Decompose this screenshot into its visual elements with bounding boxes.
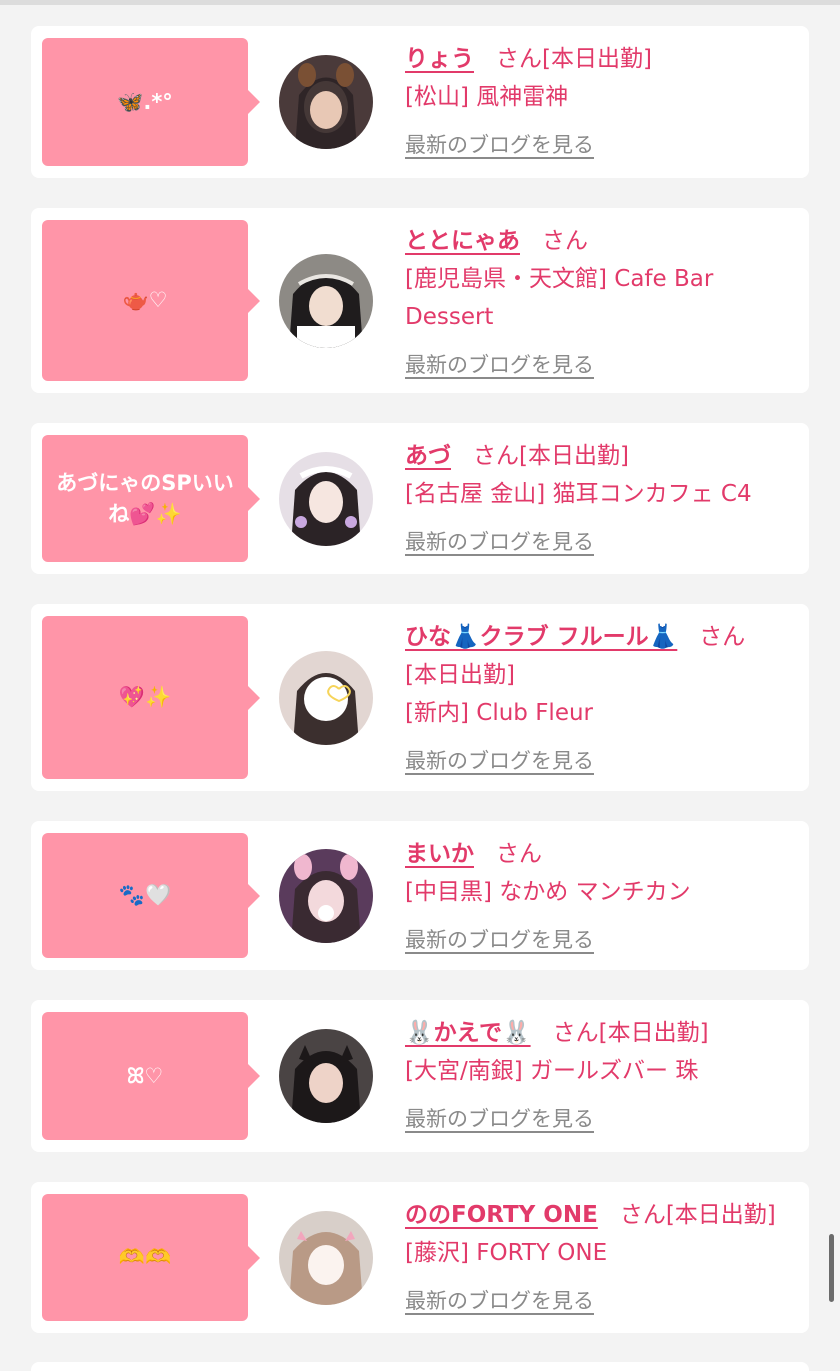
avatar-photo: [279, 451, 373, 546]
avatar[interactable]: [279, 1210, 373, 1305]
honorific: さん: [699, 624, 746, 650]
honorific: さん: [496, 46, 542, 72]
card-info: りょう さん[本日出勤] [松山] 風神雷神 最新のブログを見る: [405, 26, 672, 178]
card-info: 🐰かえで🐰 さん[本日出勤] [大宮/南銀] ガールズバー 珠 最新のブログを見る: [405, 1000, 729, 1152]
honorific: さん: [496, 841, 542, 867]
avatar-photo: [279, 55, 373, 149]
shop-label: [松山] 風神雷神: [405, 84, 569, 110]
message-bubble: 🦋.*°: [42, 38, 260, 166]
cast-name-link[interactable]: ととにゃあ: [405, 228, 520, 254]
blog-link[interactable]: 最新のブログを見る: [405, 523, 594, 561]
status-badge: [本日出勤]: [519, 443, 629, 469]
status-badge: [本日出勤]: [598, 1020, 709, 1046]
message-bubble: 🫶🫶: [42, 1194, 260, 1321]
avatar[interactable]: [279, 650, 373, 745]
cast-name-link[interactable]: ひな👗クラブ フルール👗: [405, 624, 677, 650]
honorific: さん: [542, 228, 588, 254]
avatar[interactable]: [279, 253, 373, 348]
list-item: 🫖♡ ととにゃあ さん [鹿児島県・天文館] Cafe Bar Dessert 最…: [31, 208, 809, 393]
card-info: ののFORTY ONE さん[本日出勤] [藤沢] FORTY ONE 最新のブロ…: [405, 1182, 796, 1333]
shop-label: [鹿児島県・天文館] Cafe Bar Dessert: [405, 266, 714, 330]
top-bar: [0, 0, 840, 5]
next-list-item: [31, 1362, 809, 1371]
avatar-photo: [279, 848, 373, 943]
blog-link[interactable]: 最新のブログを見る: [405, 1282, 594, 1320]
avatar-photo: [279, 1210, 373, 1305]
cast-list: 🦋.*° りょうさん[本日出勤] [松山] 風神雷神 最新のブログを見る 🫖♡: [31, 26, 809, 1363]
honorific: さん: [619, 1202, 666, 1228]
message-bubble: あづにゃのSPいいね💕✨: [42, 435, 260, 562]
blog-link[interactable]: 最新のブログを見る: [405, 1100, 594, 1138]
shop-label: [新内] Club Fleur: [405, 700, 593, 726]
avatar-photo: [279, 253, 373, 348]
shop-label: [藤沢] FORTY ONE: [405, 1240, 608, 1266]
message-bubble: 🫖♡: [42, 220, 260, 381]
blog-link[interactable]: 最新のブログを見る: [405, 126, 594, 164]
status-badge: [本日出勤]: [405, 662, 515, 688]
list-item: 🦋.*° りょう さん[本日出勤] [松山] 風神雷神 最新のブログを見る: [31, 26, 809, 178]
card-info: ひな👗クラブ フルール👗 さん [本日出勤] [新内] Club Fleur 最新…: [405, 604, 765, 791]
blog-link[interactable]: 最新のブログを見る: [405, 346, 594, 384]
honorific: さん: [552, 1020, 599, 1046]
list-item: ꕤ♡ 🐰かえで🐰 さん[本日出勤] [大宮/南銀] ガールズバー 珠 最新のブログ…: [31, 1000, 809, 1152]
shop-label: [中目黒] なかめ マンチカン: [405, 879, 691, 905]
list-item: 🐾🤍 まいか さん [中目黒] なかめ マンチカン 最新のブログを見る: [31, 821, 809, 970]
avatar-photo: [279, 1029, 373, 1123]
card-info: まいか さん [中目黒] なかめ マンチカン 最新のブログを見る: [405, 821, 711, 970]
honorific: さん: [473, 443, 519, 469]
cast-name-link[interactable]: ののFORTY ONE: [405, 1202, 598, 1228]
avatar[interactable]: [279, 55, 373, 149]
blog-link[interactable]: 最新のブログを見る: [405, 921, 594, 959]
cast-name-link[interactable]: あづ: [405, 443, 451, 469]
message-bubble: ꕤ♡: [42, 1012, 260, 1140]
message-bubble: 🐾🤍: [42, 833, 260, 958]
shop-label: [名古屋 金山] 猫耳コンカフェ C4: [405, 481, 752, 507]
status-badge: [本日出勤]: [542, 46, 652, 72]
scrollbar[interactable]: [829, 1234, 834, 1302]
cast-name-link[interactable]: まいか: [405, 841, 474, 867]
message-bubble: 💖✨: [42, 616, 260, 779]
avatar[interactable]: [279, 1029, 373, 1123]
cast-name-link[interactable]: 🐰かえで🐰: [405, 1020, 531, 1046]
card-info: あづ さん[本日出勤] [名古屋 金山] 猫耳コンカフェ C4 最新のブログを見る: [405, 423, 772, 574]
list-item: 🫶🫶 ののFORTY ONE さん[本日出勤] [藤沢] FORTY ONE 最新…: [31, 1182, 809, 1333]
status-badge: [本日出勤]: [665, 1202, 776, 1228]
blog-link[interactable]: 最新のブログを見る: [405, 742, 594, 780]
card-info: ととにゃあ さん [鹿児島県・天文館] Cafe Bar Dessert 最新のブ…: [405, 208, 809, 393]
avatar[interactable]: [279, 451, 373, 546]
cast-name-link[interactable]: りょう: [405, 46, 474, 72]
shop-label: [大宮/南銀] ガールズバー 珠: [405, 1058, 699, 1084]
avatar-photo: [279, 650, 373, 745]
list-item: あづにゃのSPいいね💕✨ あづ さん[本日出勤] [名古屋 金山] 猫耳コンカフェ…: [31, 423, 809, 574]
avatar[interactable]: [279, 848, 373, 943]
list-item: 💖✨ ひな👗クラブ フルール👗 さん [本日出勤] [新内] Club Fleur…: [31, 604, 809, 791]
